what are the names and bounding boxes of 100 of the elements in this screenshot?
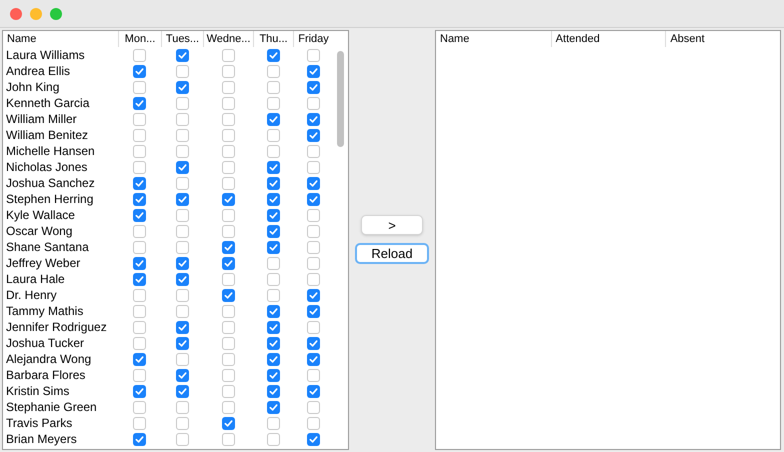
checkbox[interactable] bbox=[176, 304, 188, 318]
checkbox[interactable] bbox=[266, 112, 280, 126]
checkbox[interactable] bbox=[266, 432, 280, 446]
checkbox[interactable] bbox=[176, 64, 188, 78]
checkbox[interactable] bbox=[306, 304, 320, 318]
checkbox[interactable] bbox=[133, 352, 146, 366]
checkbox[interactable] bbox=[266, 128, 280, 142]
checkbox[interactable] bbox=[133, 432, 146, 446]
checkbox[interactable] bbox=[133, 80, 146, 94]
checkbox[interactable] bbox=[266, 256, 280, 270]
checkbox[interactable] bbox=[133, 112, 146, 126]
checkbox[interactable] bbox=[222, 320, 234, 334]
checkbox[interactable] bbox=[266, 384, 280, 398]
checkbox[interactable] bbox=[222, 288, 234, 302]
checkbox[interactable] bbox=[306, 256, 320, 270]
scrollbar-thumb[interactable] bbox=[337, 51, 344, 147]
checkbox[interactable] bbox=[176, 416, 188, 430]
checkbox[interactable] bbox=[133, 240, 146, 254]
checkbox[interactable] bbox=[306, 288, 320, 302]
checkbox[interactable] bbox=[133, 176, 146, 190]
checkbox[interactable] bbox=[133, 208, 146, 222]
checkbox[interactable] bbox=[306, 96, 320, 110]
column-header[interactable]: Name bbox=[3, 31, 118, 47]
checkbox[interactable] bbox=[133, 320, 146, 334]
checkbox[interactable] bbox=[222, 368, 234, 382]
checkbox[interactable] bbox=[176, 80, 188, 94]
checkbox[interactable] bbox=[222, 160, 234, 174]
checkbox[interactable] bbox=[266, 192, 280, 206]
checkbox[interactable] bbox=[306, 320, 320, 334]
checkbox[interactable] bbox=[176, 352, 188, 366]
checkbox[interactable] bbox=[222, 208, 234, 222]
checkbox[interactable] bbox=[133, 304, 146, 318]
checkbox[interactable] bbox=[306, 160, 320, 174]
checkbox[interactable] bbox=[133, 144, 146, 158]
checkbox[interactable] bbox=[222, 176, 234, 190]
checkbox[interactable] bbox=[133, 224, 146, 238]
checkbox[interactable] bbox=[176, 400, 188, 414]
checkbox[interactable] bbox=[222, 256, 234, 270]
checkbox[interactable] bbox=[133, 160, 146, 174]
checkbox[interactable] bbox=[133, 256, 146, 270]
checkbox[interactable] bbox=[306, 192, 320, 206]
column-header[interactable]: Tues... bbox=[161, 31, 203, 47]
checkbox[interactable] bbox=[222, 400, 234, 414]
checkbox[interactable] bbox=[222, 144, 234, 158]
checkbox[interactable] bbox=[176, 288, 188, 302]
maximize-icon[interactable] bbox=[50, 8, 62, 20]
checkbox[interactable] bbox=[306, 384, 320, 398]
checkbox[interactable] bbox=[266, 416, 280, 430]
checkbox[interactable] bbox=[306, 400, 320, 414]
checkbox[interactable] bbox=[306, 80, 320, 94]
checkbox[interactable] bbox=[266, 160, 280, 174]
checkbox[interactable] bbox=[133, 48, 146, 62]
column-header[interactable]: Attended bbox=[550, 31, 666, 47]
checkbox[interactable] bbox=[306, 64, 320, 78]
checkbox[interactable] bbox=[176, 368, 188, 382]
checkbox[interactable] bbox=[176, 432, 188, 446]
checkbox[interactable] bbox=[306, 240, 320, 254]
checkbox[interactable] bbox=[222, 272, 234, 286]
checkbox[interactable] bbox=[176, 176, 188, 190]
checkbox[interactable] bbox=[266, 48, 280, 62]
checkbox[interactable] bbox=[133, 336, 146, 350]
checkbox[interactable] bbox=[176, 256, 188, 270]
checkbox[interactable] bbox=[176, 192, 188, 206]
checkbox[interactable] bbox=[266, 352, 280, 366]
checkbox[interactable] bbox=[266, 96, 280, 110]
checkbox[interactable] bbox=[222, 112, 234, 126]
checkbox[interactable] bbox=[266, 176, 280, 190]
checkbox[interactable] bbox=[176, 208, 188, 222]
checkbox[interactable] bbox=[222, 64, 234, 78]
checkbox[interactable] bbox=[176, 112, 188, 126]
checkbox[interactable] bbox=[222, 96, 234, 110]
checkbox[interactable] bbox=[222, 128, 234, 142]
checkbox[interactable] bbox=[133, 416, 146, 430]
checkbox[interactable] bbox=[133, 64, 146, 78]
checkbox[interactable] bbox=[306, 144, 320, 158]
checkbox[interactable] bbox=[176, 272, 188, 286]
checkbox[interactable] bbox=[222, 336, 234, 350]
checkbox[interactable] bbox=[266, 208, 280, 222]
checkbox[interactable] bbox=[266, 304, 280, 318]
checkbox[interactable] bbox=[306, 128, 320, 142]
checkbox[interactable] bbox=[266, 80, 280, 94]
checkbox[interactable] bbox=[222, 80, 234, 94]
checkbox[interactable] bbox=[222, 48, 234, 62]
checkbox[interactable] bbox=[176, 320, 188, 334]
checkbox[interactable] bbox=[133, 272, 146, 286]
checkbox[interactable] bbox=[222, 192, 234, 206]
checkbox[interactable] bbox=[306, 416, 320, 430]
checkbox[interactable] bbox=[222, 240, 234, 254]
checkbox[interactable] bbox=[222, 432, 234, 446]
checkbox[interactable] bbox=[176, 160, 188, 174]
column-header[interactable]: Mon... bbox=[118, 31, 161, 47]
checkbox[interactable] bbox=[266, 320, 280, 334]
checkbox[interactable] bbox=[133, 96, 146, 110]
column-header[interactable]: Thu... bbox=[253, 31, 293, 47]
move-right-button[interactable]: > bbox=[361, 215, 423, 235]
checkbox[interactable] bbox=[176, 384, 188, 398]
checkbox[interactable] bbox=[176, 336, 188, 350]
checkbox[interactable] bbox=[266, 144, 280, 158]
checkbox[interactable] bbox=[266, 336, 280, 350]
checkbox[interactable] bbox=[176, 48, 188, 62]
